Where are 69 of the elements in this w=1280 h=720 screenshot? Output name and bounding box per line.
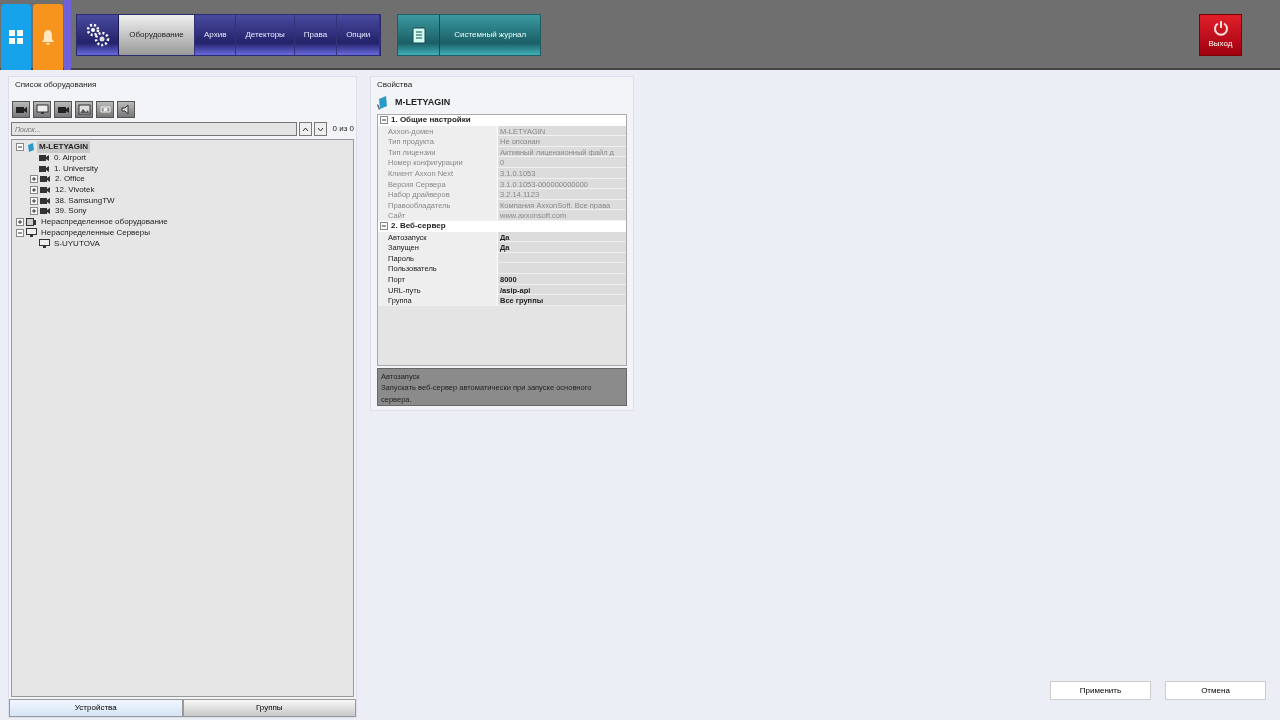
camera-icon (39, 154, 50, 163)
tree-item[interactable]: 2. Office (53, 173, 87, 186)
tree-item[interactable]: 39. Sony (53, 205, 89, 218)
expand-toggle-icon[interactable] (30, 186, 38, 195)
previous-button[interactable] (298, 122, 312, 136)
camera-icon (14, 104, 28, 115)
toolbar-button[interactable] (75, 101, 93, 118)
tree-item[interactable]: 12. Vivotek (53, 184, 97, 197)
section-title: 1. Общие настройки (391, 114, 471, 127)
panel-title: Список оборудования (14, 79, 98, 91)
expand-toggle-icon[interactable] (30, 207, 38, 216)
toolbar-button[interactable] (33, 101, 51, 118)
monitor-icon (39, 239, 50, 249)
search-counter: 0 из 0 (332, 123, 354, 135)
monitor-icon (26, 228, 37, 238)
windows-icon (9, 30, 23, 44)
chevron-up-icon (301, 126, 309, 132)
tree-item[interactable]: Нераспределенные Серверы (39, 226, 152, 239)
menu-tab[interactable]: Опции (337, 15, 381, 55)
panel-title: Свойства (376, 79, 414, 91)
notebook-icon (411, 26, 426, 44)
next-button[interactable] (313, 122, 327, 136)
device-icon (26, 217, 37, 227)
expand-toggle-icon[interactable] (16, 218, 24, 227)
image-icon (77, 104, 91, 115)
collapse-toggle-icon[interactable] (380, 116, 388, 125)
camera-icon (39, 164, 50, 173)
side-strip (64, 0, 71, 70)
menu-tab[interactable]: Архив (195, 15, 237, 55)
toolbar-button[interactable] (96, 101, 114, 118)
notifications-tile[interactable] (33, 4, 63, 70)
collapse-toggle-icon[interactable] (16, 143, 24, 152)
section-title: 2. Веб-сервер (391, 220, 446, 233)
bell-icon (41, 29, 55, 45)
collapse-toggle-icon[interactable] (380, 222, 388, 231)
cancel-button[interactable]: Отмена (1165, 681, 1266, 700)
camera-icon (40, 196, 51, 205)
system-log-button[interactable]: Системный журнал (440, 15, 541, 55)
monitor-icon (35, 104, 49, 115)
collapse-toggle-icon[interactable] (16, 228, 24, 237)
camera-icon (40, 186, 51, 195)
server-icon (377, 95, 389, 110)
panel-tab[interactable]: Устройства (9, 699, 183, 717)
tree-item[interactable]: Нераспределенное оборудование (39, 216, 170, 229)
tree-item[interactable]: 1. University (52, 162, 100, 175)
camera-icon (40, 207, 51, 216)
expand-toggle-icon[interactable] (30, 175, 38, 184)
menu-tab[interactable]: Оборудование (119, 15, 195, 55)
power-icon (1212, 20, 1229, 36)
panel-tab[interactable]: Группы (182, 699, 356, 717)
chevron-down-icon (316, 126, 324, 132)
camera-icon (40, 175, 51, 184)
tree-item[interactable]: 0. Airport (52, 152, 88, 165)
start-tile[interactable] (1, 4, 31, 70)
toolbar-button[interactable] (54, 101, 72, 118)
exit-button[interactable]: Выход (1199, 14, 1242, 56)
gears-icon (84, 22, 111, 48)
toolbar-button[interactable] (12, 101, 30, 118)
expand-toggle-icon[interactable] (30, 196, 38, 205)
server-icon (26, 142, 35, 153)
tree-item[interactable]: 38. SamsungTW (53, 194, 117, 207)
menu-tab[interactable]: Детекторы (236, 15, 295, 55)
camera-icon (56, 104, 70, 115)
tree-item[interactable]: M-LETYAGIN (37, 141, 91, 154)
toolbar-button[interactable] (117, 101, 135, 118)
object-name: M-LETYAGIN (395, 95, 451, 109)
tree-item[interactable]: S-UYUTOVA (52, 237, 102, 250)
menu-tab[interactable]: Права (294, 15, 338, 55)
apply-button[interactable]: Применить (1050, 681, 1151, 700)
